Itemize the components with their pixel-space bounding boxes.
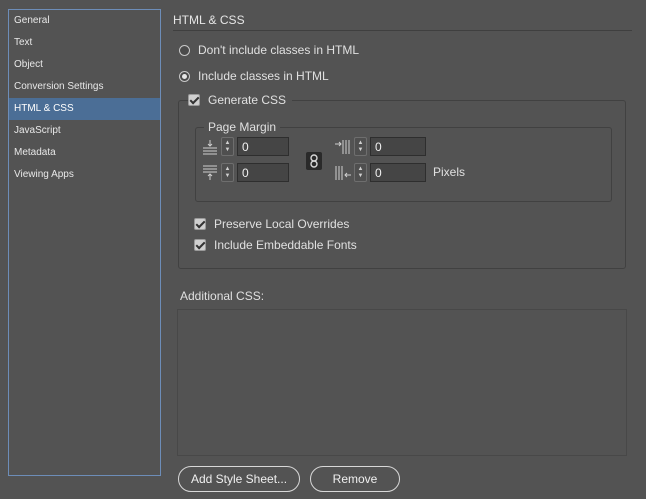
radio-button[interactable] bbox=[179, 44, 190, 56]
page-title: HTML & CSS bbox=[173, 13, 245, 27]
margin-top-input[interactable] bbox=[237, 137, 289, 156]
margin-right-input[interactable] bbox=[370, 163, 426, 182]
sidebar-item-text[interactable]: Text bbox=[9, 32, 160, 54]
sidebar-item-javascript[interactable]: JavaScript bbox=[9, 120, 160, 142]
sidebar-item-general[interactable]: General bbox=[9, 10, 160, 32]
sidebar-item-object[interactable]: Object bbox=[9, 54, 160, 76]
margin-top-stepper[interactable]: ▲ ▼ bbox=[221, 137, 234, 156]
margin-top-field: ▲ ▼ bbox=[201, 136, 289, 157]
sidebar: General Text Object Conversion Settings … bbox=[8, 9, 161, 476]
title-divider bbox=[173, 30, 632, 31]
radio-label: Include classes in HTML bbox=[198, 69, 329, 83]
margin-bottom-stepper[interactable]: ▲ ▼ bbox=[221, 163, 234, 182]
preserve-overrides-checkbox[interactable] bbox=[194, 218, 206, 230]
additional-css-label: Additional CSS: bbox=[180, 289, 265, 303]
margin-right-stepper[interactable]: ▲ ▼ bbox=[354, 163, 367, 182]
margin-bottom-input[interactable] bbox=[237, 163, 289, 182]
margin-left-field: ▲ ▼ bbox=[334, 136, 426, 157]
embeddable-fonts-checkbox[interactable] bbox=[194, 239, 206, 251]
margin-bottom-icon bbox=[203, 165, 217, 180]
generate-css-checkbox-row[interactable]: Generate CSS bbox=[188, 91, 293, 109]
margin-top-icon bbox=[203, 139, 217, 154]
remove-button[interactable]: Remove bbox=[310, 466, 400, 492]
margin-right-field: ▲ ▼ bbox=[334, 162, 426, 183]
margin-bottom-field: ▲ ▼ bbox=[201, 162, 289, 183]
additional-css-textarea[interactable] bbox=[177, 309, 627, 456]
sidebar-item-metadata[interactable]: Metadata bbox=[9, 142, 160, 164]
margin-right-icon bbox=[335, 165, 351, 180]
generate-css-checkbox[interactable] bbox=[188, 94, 200, 106]
add-style-sheet-button[interactable]: Add Style Sheet... bbox=[178, 466, 300, 492]
generate-css-label: Generate CSS bbox=[208, 93, 287, 107]
margin-left-icon bbox=[335, 139, 350, 154]
chain-link-button[interactable] bbox=[306, 152, 322, 170]
embeddable-fonts-row[interactable]: Include Embeddable Fonts bbox=[194, 237, 357, 253]
sidebar-item-html-css[interactable]: HTML & CSS bbox=[9, 98, 160, 120]
margin-left-input[interactable] bbox=[370, 137, 426, 156]
radio-button-selected[interactable] bbox=[179, 70, 190, 82]
sidebar-item-conversion-settings[interactable]: Conversion Settings bbox=[9, 76, 160, 98]
radio-dont-include-classes[interactable]: Don't include classes in HTML bbox=[179, 42, 359, 58]
preserve-overrides-row[interactable]: Preserve Local Overrides bbox=[194, 216, 349, 232]
embeddable-fonts-label: Include Embeddable Fonts bbox=[214, 238, 357, 252]
margin-unit-label: Pixels bbox=[433, 165, 466, 179]
chain-link-icon bbox=[310, 154, 318, 168]
preserve-overrides-label: Preserve Local Overrides bbox=[214, 217, 350, 231]
page-margin-label: Page Margin bbox=[204, 120, 281, 134]
radio-label: Don't include classes in HTML bbox=[198, 43, 360, 57]
margin-left-stepper[interactable]: ▲ ▼ bbox=[354, 137, 367, 156]
sidebar-item-viewing-apps[interactable]: Viewing Apps bbox=[9, 164, 160, 186]
radio-include-classes[interactable]: Include classes in HTML bbox=[179, 68, 329, 84]
